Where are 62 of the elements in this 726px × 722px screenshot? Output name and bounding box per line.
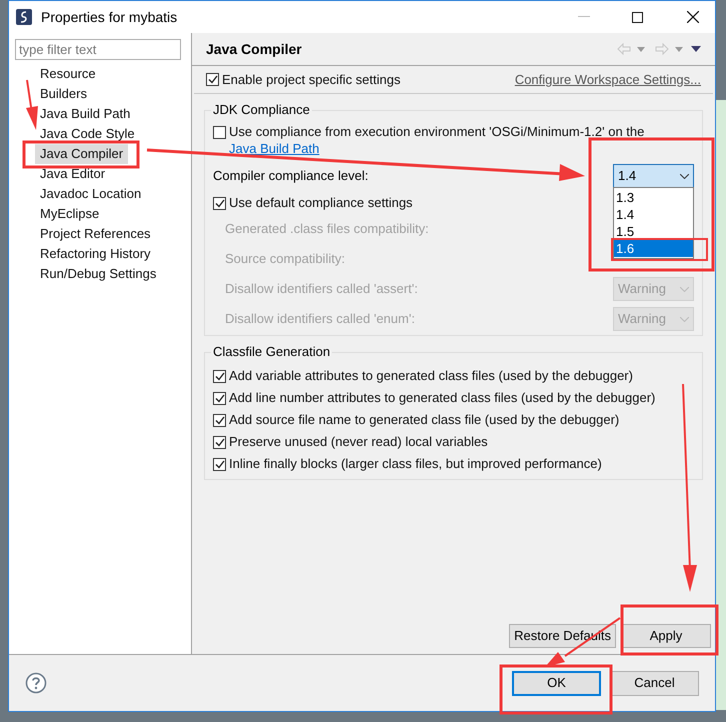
checkbox-label: Preserve unused (never read) local variables [229, 433, 488, 452]
checkmark-icon [214, 394, 224, 402]
dialog-button[interactable]: Cancel [610, 670, 699, 696]
checkmark-icon [214, 372, 224, 380]
dropdown-option[interactable]: 1.6 [614, 240, 693, 257]
sidebar-item[interactable]: Resource [35, 64, 101, 84]
checkbox[interactable] [213, 458, 226, 470]
checkbox-label: Add source file name to generated class file (used by the debugger) [229, 411, 620, 430]
checkbox[interactable] [213, 414, 226, 426]
checkbox[interactable] [213, 370, 226, 382]
checkmark-icon [208, 75, 218, 84]
sidebar-item[interactable]: MyEclipse [35, 204, 104, 224]
page-title: Java Compiler [206, 40, 303, 59]
checkbox[interactable] [213, 436, 226, 448]
dialog-button[interactable]: OK [512, 670, 601, 696]
compliance-dropdown[interactable]: 1.4 [613, 164, 694, 188]
chevron-icon [680, 286, 689, 292]
help-icon[interactable] [25, 672, 47, 694]
sidebar-item[interactable]: Java Code Style [35, 124, 140, 144]
checkbox-label: Use compliance from execution environment 'OSGi/Minimum-1.2' on the Java Build Path [229, 123, 646, 157]
field-label: Disallow identifiers called 'assert': [225, 280, 418, 298]
app-icon [15, 8, 33, 26]
sidebar-item[interactable]: Java Build Path [35, 104, 136, 124]
configure-link[interactable]: Configure Workspace Settings... [514, 70, 701, 90]
checkbox-label: Add line number attributes to generated class files (used by the debugger) [229, 389, 656, 408]
checkbox[interactable] [213, 392, 226, 404]
sidebar-item[interactable]: Java Compiler [35, 144, 128, 164]
sidebar-item[interactable]: Builders [35, 84, 92, 104]
view-menu-icon[interactable] [691, 46, 701, 52]
checkbox-label: Enable project specific settings [222, 70, 400, 89]
sidebar-item[interactable]: Java Editor [35, 164, 110, 184]
checkbox-label: Use default compliance settings [229, 194, 413, 212]
close-icon[interactable] [687, 11, 699, 23]
checkmark-icon [214, 416, 224, 424]
filter-field[interactable]: type filter text [15, 39, 181, 60]
arrow-drawing [26, 80, 38, 130]
checkbox-label: Inline finally blocks (larger class files, but improved performance) [229, 455, 602, 474]
window-title: Properties for mybatis [41, 8, 178, 27]
action-button[interactable]: Apply [621, 624, 711, 648]
checkbox[interactable] [213, 196, 226, 210]
field-label: Disallow identifiers called 'enum': [225, 310, 415, 328]
dropdown-option[interactable]: 1.4 [614, 206, 693, 223]
build-path-link[interactable]: Java Build Path [229, 141, 320, 156]
chevron-icon [680, 316, 689, 322]
field-label: Generated .class files compatibility: [225, 220, 429, 238]
maximize-icon[interactable] [632, 12, 643, 22]
checkbox[interactable] [206, 73, 219, 86]
sidebar-item[interactable]: Javadoc Location [35, 184, 146, 204]
sidebar-item[interactable]: Refactoring History [35, 244, 156, 264]
group-title: JDK Compliance [211, 102, 312, 118]
chevron-icon [680, 174, 689, 178]
sidebar-item[interactable]: Run/Debug Settings [35, 264, 162, 284]
dropdown-option[interactable]: 1.3 [614, 189, 693, 206]
checkmark-icon [214, 460, 224, 468]
checkbox[interactable] [213, 126, 226, 139]
checkmark-icon [214, 438, 224, 446]
checkmark-icon [214, 198, 224, 208]
field-label: Compiler compliance level: [213, 167, 370, 186]
sidebar-item[interactable]: Project References [35, 224, 156, 244]
checkbox-label: Add variable attributes to generated class files (used by the debugger) [229, 367, 633, 386]
dropdown-option[interactable]: 1.5 [614, 223, 693, 240]
field-label: Source compatibility: [225, 250, 345, 268]
